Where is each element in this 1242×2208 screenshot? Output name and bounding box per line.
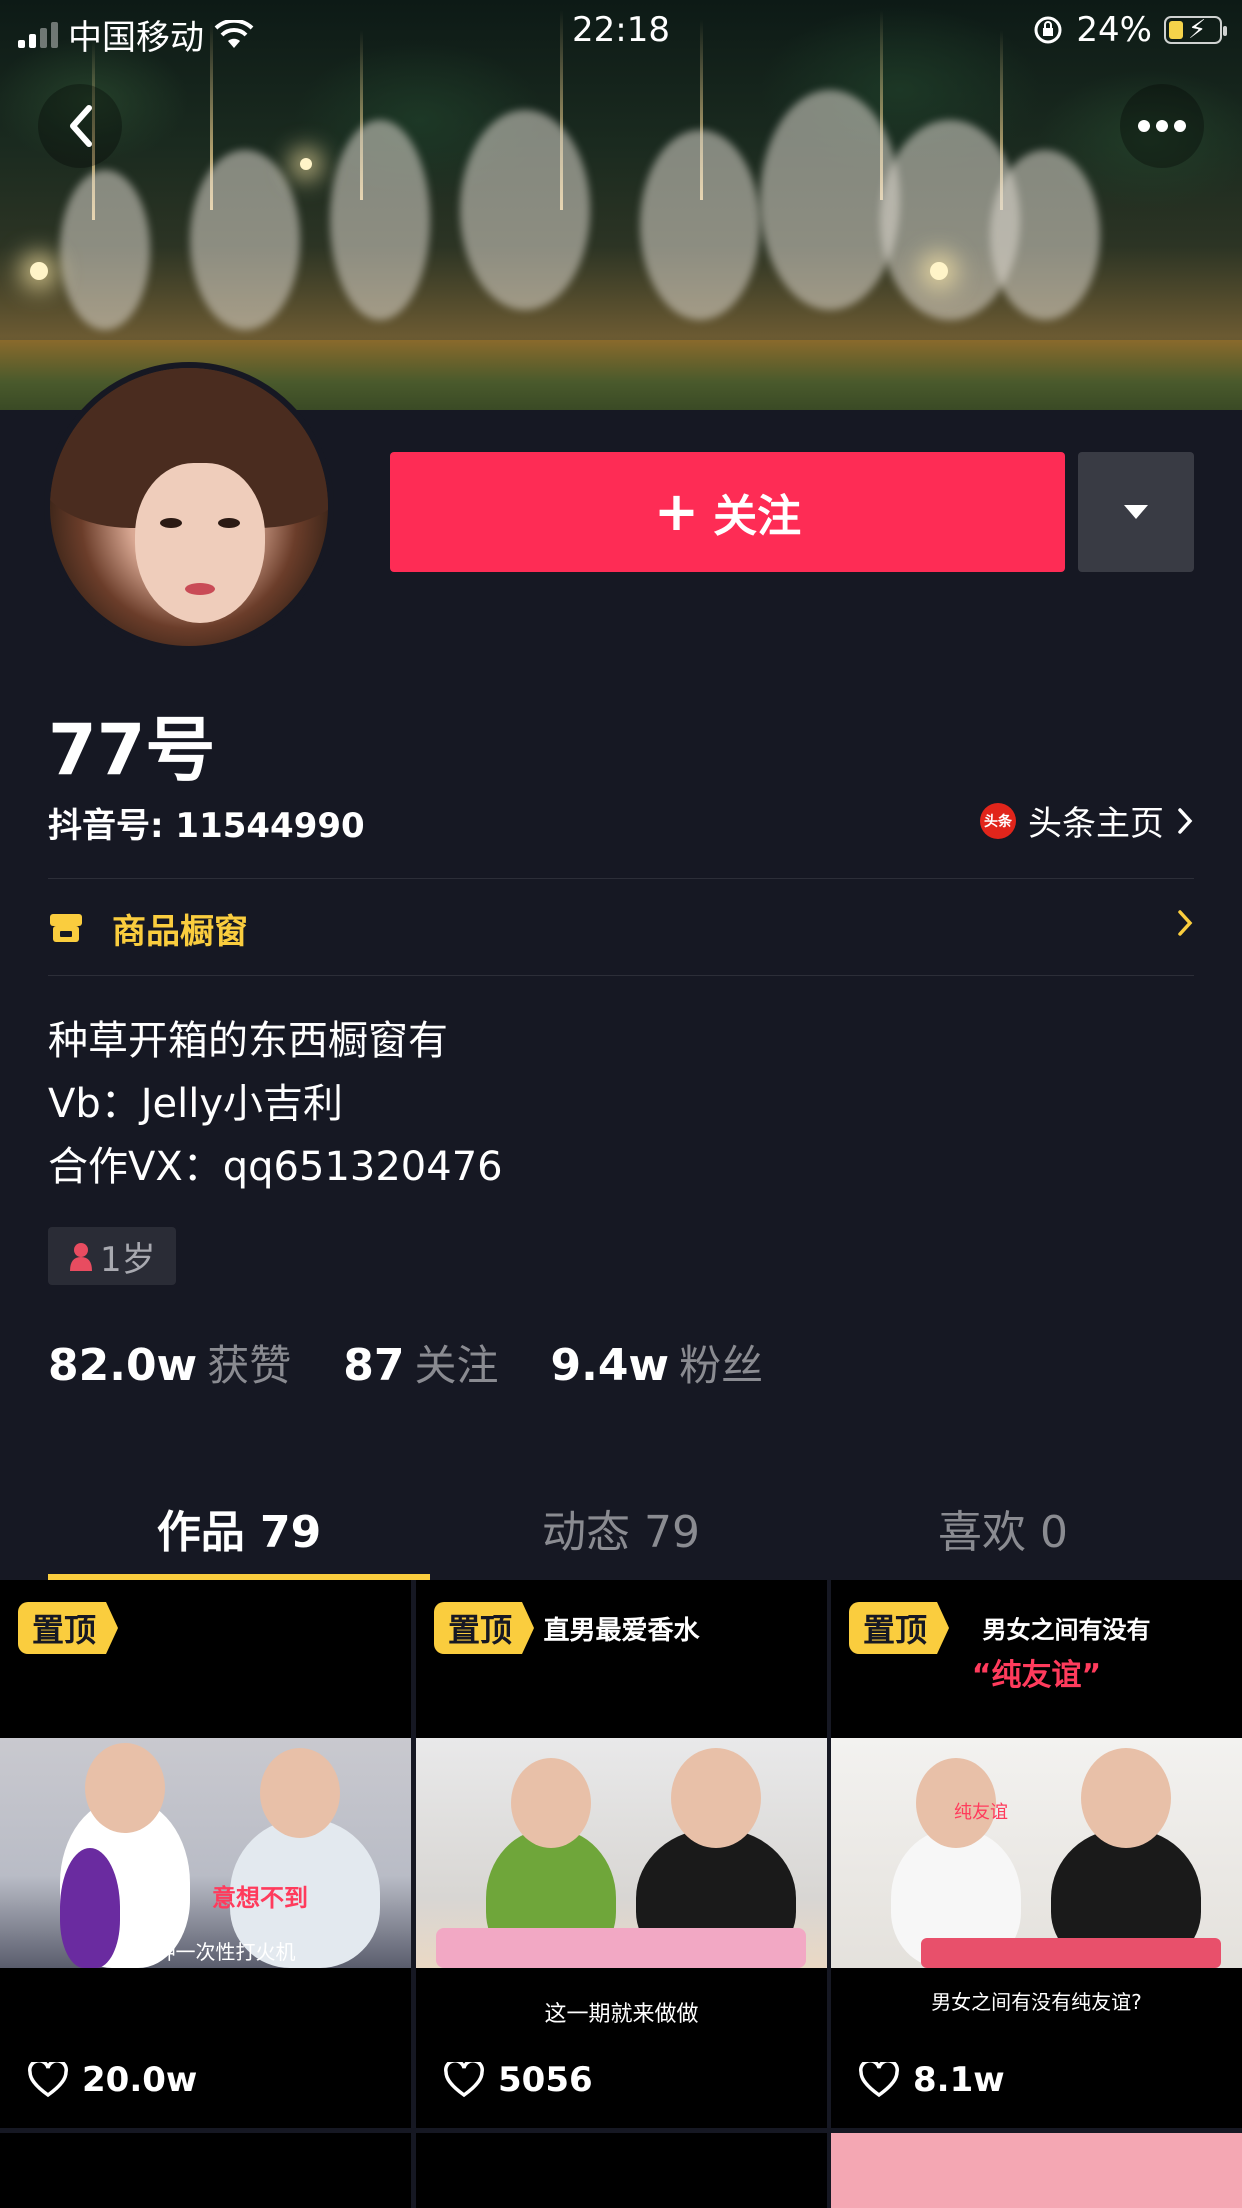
pinned-badge: 置顶 [18, 1602, 119, 1654]
toutiao-homepage-link[interactable]: 头条 头条主页 [980, 796, 1194, 845]
stat-number: 82.0w [48, 1340, 198, 1391]
video-bottom-text: 男女之间有没有纯友谊? [931, 1990, 1142, 2014]
stat-number: 87 [343, 1340, 405, 1391]
shop-icon [50, 914, 82, 942]
bio: 种草开箱的东西橱窗有 Vb：Jelly小吉利 合作VX：qq651320476 [48, 1010, 503, 1199]
follow-label: 关注 [713, 491, 802, 542]
stat-number: 9.4w [550, 1340, 670, 1391]
video-thumbnail[interactable] [416, 2133, 827, 2208]
video-caption: 意想不到 [212, 1884, 308, 1912]
tab-works[interactable]: 作品 79 [48, 1478, 430, 1582]
chevron-left-icon [70, 105, 92, 147]
video-subtitle: “纯友谊” [971, 1658, 1102, 1693]
avatar[interactable] [44, 362, 334, 652]
pinned-badge: 置顶 [434, 1602, 535, 1654]
triangle-down-icon [1124, 505, 1148, 519]
back-button[interactable] [38, 84, 122, 168]
divider [48, 878, 1194, 879]
heart-icon [28, 2062, 68, 2098]
status-bar: 中国移动 22:18 24% ⚡ [0, 0, 1242, 60]
heart-icon [444, 2062, 484, 2098]
stat-following[interactable]: 87 关注 [343, 1332, 498, 1393]
stat-label: 关注 [414, 1341, 499, 1390]
video-bottom-text: 这一期就来做做 [544, 2002, 699, 2027]
chevron-right-icon [1178, 910, 1193, 936]
heart-icon [859, 2062, 899, 2098]
video-caption: 纯友谊 [954, 1802, 1008, 1823]
bio-line: 合作VX：qq651320476 [48, 1144, 503, 1190]
like-count: 8.1w [859, 2060, 1005, 2100]
tab-likes[interactable]: 喜欢 0 [812, 1478, 1194, 1582]
toutiao-label: 头条主页 [1028, 804, 1164, 844]
stat-label: 获赞 [207, 1341, 292, 1390]
like-count-value: 20.0w [82, 2060, 198, 2100]
female-icon [70, 1243, 92, 1271]
shop-window-label: 商品橱窗 [112, 911, 248, 952]
chevron-right-icon [1178, 807, 1193, 834]
orientation-lock-icon [1034, 16, 1062, 44]
video-grid: 意想不到 就帮种一次性打火机 置顶 20.0w 直男最爱香水 置顶 这一期就来做… [0, 1580, 1242, 2208]
like-count-value: 5056 [498, 2060, 593, 2100]
battery-icon: ⚡ [1164, 15, 1227, 45]
recommend-dropdown-button[interactable] [1078, 452, 1194, 572]
bio-line: 种草开箱的东西橱窗有 [48, 1018, 448, 1064]
pinned-badge: 置顶 [849, 1602, 950, 1654]
stats-row: 82.0w 获赞 87 关注 9.4w 粉丝 [48, 1332, 815, 1393]
more-button[interactable] [1120, 84, 1204, 168]
like-count: 5056 [444, 2060, 593, 2100]
video-thumbnail[interactable]: 直男最爱香水 置顶 这一期就来做做 5056 [416, 1580, 827, 2128]
shop-window-row[interactable]: 商品橱窗 [48, 880, 1194, 976]
plus-icon: + [653, 480, 700, 543]
age-tag: 1岁 [48, 1227, 176, 1285]
battery-percent: 24% [1076, 10, 1152, 50]
stat-likes: 82.0w 获赞 [48, 1332, 291, 1393]
like-count: 20.0w [28, 2060, 197, 2100]
stat-followers[interactable]: 9.4w 粉丝 [550, 1332, 763, 1393]
bio-line: Vb：Jelly小吉利 [48, 1081, 344, 1127]
profile-tabs: 作品 79 动态 79 喜欢 0 [48, 1478, 1194, 1582]
video-caption: 就帮种一次性打火机 [115, 1940, 296, 1964]
video-thumbnail[interactable] [831, 2133, 1242, 2208]
follow-button[interactable]: + 关注 [390, 452, 1065, 572]
more-dots-icon [1138, 120, 1186, 132]
like-count-value: 8.1w [913, 2060, 1005, 2100]
toutiao-icon: 头条 [980, 802, 1016, 839]
video-thumbnail[interactable] [0, 2133, 411, 2208]
profile-banner [0, 0, 1242, 410]
profile-name: 77号 [48, 709, 216, 791]
video-thumbnail[interactable]: 意想不到 就帮种一次性打火机 置顶 20.0w [0, 1580, 411, 2128]
stat-label: 粉丝 [679, 1341, 764, 1390]
tab-dynamics[interactable]: 动态 79 [430, 1478, 812, 1582]
age-tag-label: 1岁 [100, 1239, 156, 1280]
video-thumbnail[interactable]: 男女之间有没有 “纯友谊” 纯友谊 置顶 男女之间有没有纯友谊? 8.1w [831, 1580, 1242, 2128]
douyin-id: 抖音号: 11544990 [48, 806, 365, 846]
divider [48, 975, 1194, 976]
